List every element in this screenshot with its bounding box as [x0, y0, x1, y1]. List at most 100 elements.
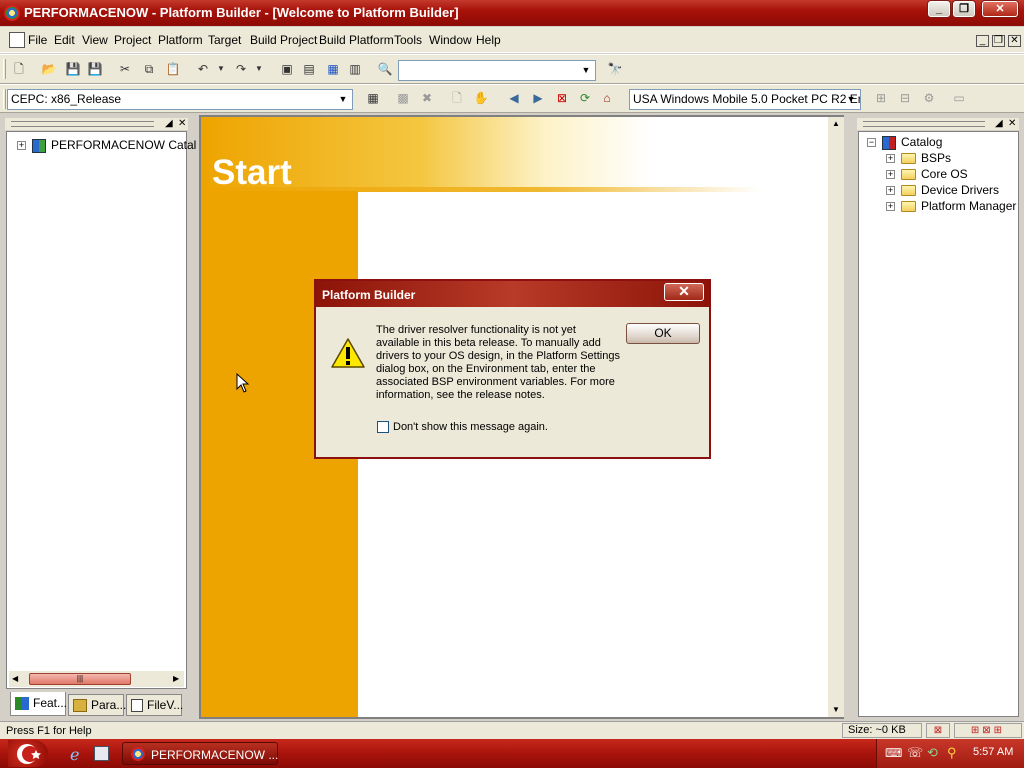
scroll-right-icon[interactable]: ▶ — [173, 674, 179, 683]
catalog-item-platform-manager[interactable]: + Platform Manager — [886, 198, 1016, 214]
tab-parameters[interactable]: Para... — [68, 694, 126, 716]
ok-button[interactable]: OK — [626, 323, 700, 344]
menu-build-platform[interactable]: Build Platform — [319, 33, 394, 47]
menu-window[interactable]: Window — [429, 33, 472, 47]
save-icon[interactable]: 💾 — [64, 60, 82, 78]
workspace-icon[interactable]: ▣ — [278, 60, 296, 78]
tab-fileview[interactable]: FileV... — [126, 694, 183, 716]
ie-icon[interactable]: ℯ — [70, 745, 79, 765]
sdk-combo[interactable]: USA Windows Mobile 5.0 Pocket PC R2 Em ▼ — [629, 89, 861, 110]
undo-icon[interactable]: ↶ — [194, 60, 212, 78]
dont-show-checkbox-row[interactable]: Don't show this message again. — [377, 421, 548, 434]
chevron-down-icon[interactable]: ▼ — [579, 63, 593, 78]
expand-icon[interactable]: + — [886, 202, 895, 212]
chevron-down-icon[interactable]: ▼ — [844, 92, 858, 107]
mdi-restore-button[interactable]: ❐ — [992, 35, 1005, 47]
workspace-pane-header[interactable]: ◢ ✕ — [5, 118, 188, 130]
dialog-title-bar[interactable]: Platform Builder ✕ — [316, 281, 709, 307]
back-icon[interactable]: ◀ — [505, 89, 523, 107]
chevron-down-icon[interactable]: ▼ — [336, 92, 350, 107]
catalog-root-item[interactable]: − Catalog — [867, 134, 942, 150]
show-desktop-icon[interactable] — [94, 746, 109, 761]
tree-root-item[interactable]: + PERFORMACENOW Catal — [17, 137, 196, 153]
vertical-scrollbar[interactable]: ▲ ▼ — [828, 117, 844, 717]
document-icon[interactable] — [9, 32, 25, 48]
save-all-icon[interactable]: 💾 — [86, 60, 104, 78]
cascade-icon[interactable]: ▥ — [346, 60, 364, 78]
build-icon[interactable]: ▦ — [364, 89, 382, 107]
mdi-close-button[interactable]: ✕ — [1008, 35, 1021, 47]
dialog-close-button[interactable]: ✕ — [664, 283, 704, 301]
scroll-down-icon[interactable]: ▼ — [832, 705, 840, 714]
output-icon[interactable]: ▤ — [300, 60, 318, 78]
menu-project[interactable]: Project — [114, 33, 151, 47]
catalog-tree[interactable]: − Catalog + BSPs + Core OS + Device Drivers … — [858, 131, 1019, 717]
catalog-root-label: Catalog — [901, 135, 943, 149]
toolbar-grip[interactable] — [3, 59, 6, 79]
mdi-minimize-button[interactable]: _ — [976, 35, 989, 47]
find-in-files-icon[interactable]: 🔍 — [376, 60, 394, 78]
app-icon[interactable] — [4, 5, 20, 21]
find-icon[interactable]: 🔭 — [606, 60, 624, 78]
menu-help[interactable]: Help — [476, 33, 501, 47]
expand-icon[interactable]: + — [886, 154, 895, 164]
title-bar[interactable]: PERFORMACENOW - Platform Builder - [Welc… — [0, 0, 1024, 26]
home-icon[interactable]: ⌂ — [598, 89, 616, 107]
menu-file[interactable]: File — [28, 33, 47, 47]
collapse-icon[interactable]: − — [867, 138, 876, 148]
start-button[interactable] — [8, 740, 48, 767]
paste-icon[interactable]: 📋 — [164, 60, 182, 78]
keyboard-icon[interactable]: ⌨ — [885, 746, 902, 760]
stop-icon: ✋ — [473, 91, 489, 105]
expand-icon[interactable]: + — [886, 170, 895, 180]
pane-maximize-icon[interactable]: ◢ — [995, 118, 1003, 129]
stop-browse-icon[interactable]: ⊠ — [553, 89, 571, 107]
pane-maximize-icon[interactable]: ◢ — [165, 118, 173, 129]
find-combo[interactable]: ▼ — [398, 60, 596, 81]
catalog-item-label: Device Drivers — [921, 183, 1000, 197]
workspace-tree[interactable]: + PERFORMACENOW Catal ◀ ||| ▶ — [6, 131, 196, 689]
open-folder-icon[interactable]: 📂 — [40, 60, 58, 78]
activesync-icon[interactable]: ⟲ — [927, 745, 938, 761]
menu-build-project[interactable]: Build Project — [250, 33, 317, 47]
redo-dropdown-icon[interactable]: ▼ — [250, 60, 268, 78]
menu-edit[interactable]: Edit — [54, 33, 75, 47]
catalog-item-core-os[interactable]: + Core OS — [886, 166, 968, 182]
tab-features[interactable]: Feat... — [10, 692, 67, 716]
scroll-left-icon[interactable]: ◀ — [12, 674, 18, 683]
toolbar-grip[interactable] — [3, 89, 6, 109]
menu-target[interactable]: Target — [208, 33, 241, 47]
copy-icon[interactable]: ⧉ — [140, 60, 158, 78]
minimize-button[interactable]: _ — [928, 1, 950, 17]
network-icon[interactable]: ☏ — [907, 745, 923, 761]
new-file-icon[interactable]: 🗋 — [10, 60, 28, 78]
status-indicator-icon: ⊠ — [926, 723, 950, 738]
forward-icon[interactable]: ▶ — [529, 89, 547, 107]
message-dialog[interactable]: Platform Builder ✕ The driver resolver f… — [314, 279, 711, 459]
cut-icon[interactable]: ✂ — [116, 60, 134, 78]
catalog-item-bsps[interactable]: + BSPs — [886, 150, 951, 166]
menu-tools[interactable]: Tools — [394, 33, 422, 47]
horizontal-scrollbar[interactable]: ◀ ||| ▶ — [9, 671, 184, 687]
menu-platform[interactable]: Platform — [158, 33, 203, 47]
expand-icon[interactable]: + — [17, 141, 26, 151]
window-list-icon[interactable]: ▦ — [324, 60, 342, 78]
search-icon[interactable]: ⚲ — [947, 745, 957, 761]
menu-view[interactable]: View — [82, 33, 108, 47]
clock[interactable]: 5:57 AM — [973, 746, 1013, 758]
taskbar-button-platform-builder[interactable]: PERFORMACENOW ... — [122, 742, 278, 765]
pane-close-icon[interactable]: ✕ — [1008, 118, 1016, 129]
catalog-item-device-drivers[interactable]: + Device Drivers — [886, 182, 999, 198]
dont-show-checkbox[interactable] — [377, 421, 389, 434]
redo-icon[interactable]: ↷ — [232, 60, 250, 78]
refresh-icon[interactable]: ⟳ — [576, 89, 594, 107]
close-button[interactable]: ✕ — [982, 1, 1018, 17]
pane-close-icon[interactable]: ✕ — [178, 118, 186, 129]
scroll-up-icon[interactable]: ▲ — [832, 119, 840, 128]
configuration-combo[interactable]: CEPC: x86_Release ▼ — [7, 89, 353, 110]
catalog-pane-header[interactable]: ◢ ✕ — [857, 118, 1019, 130]
undo-dropdown-icon[interactable]: ▼ — [212, 60, 230, 78]
scrollbar-thumb[interactable]: ||| — [29, 673, 131, 685]
expand-icon[interactable]: + — [886, 186, 895, 196]
maximize-button[interactable]: ❐ — [953, 1, 975, 17]
